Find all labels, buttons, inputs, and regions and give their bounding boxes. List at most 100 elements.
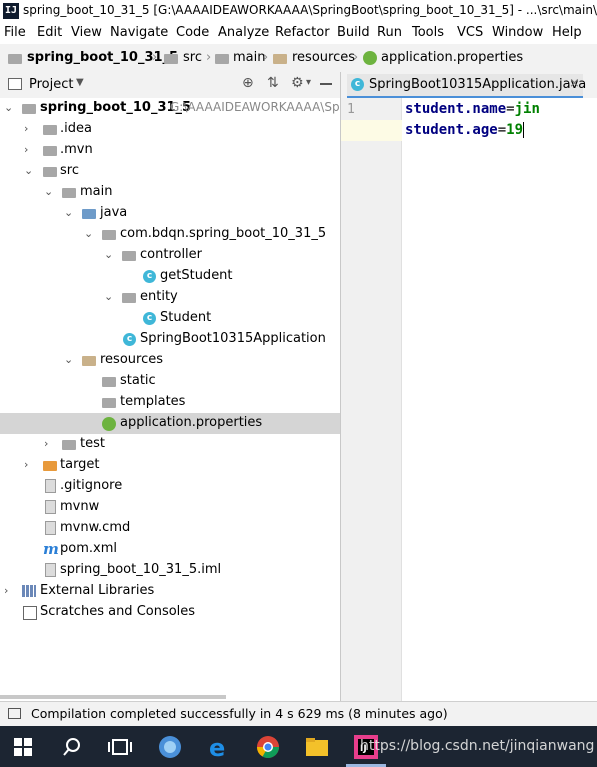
library-icon — [22, 585, 36, 597]
tree-item-controller[interactable]: ⌄ controller — [0, 245, 340, 266]
text-caret — [523, 122, 525, 138]
chevron-down-icon[interactable]: ⌄ — [104, 290, 113, 303]
project-panel-title[interactable]: Project — [29, 77, 73, 92]
resources-folder-icon — [82, 356, 96, 366]
menu-tools[interactable]: Tools — [412, 25, 444, 40]
tree-item-src[interactable]: ⌄ src — [0, 161, 340, 182]
chevron-down-icon[interactable]: ▼ — [76, 77, 84, 88]
tree-item-mvnw-cmd[interactable]: mvnw.cmd — [0, 518, 340, 539]
line-number-gutter: 1 2 — [341, 98, 402, 701]
breadcrumb: spring_boot_10_31_5 › src › main › resou… — [0, 44, 597, 73]
breadcrumb-resources[interactable]: resources — [292, 50, 355, 65]
close-icon[interactable]: × — [569, 76, 580, 91]
tree-item-label: spring_boot_10_31_5.iml — [60, 562, 222, 577]
tree-item-pom[interactable]: m pom.xml — [0, 539, 340, 560]
tree-item-test[interactable]: › test — [0, 434, 340, 455]
tree-item-resources[interactable]: ⌄ resources — [0, 350, 340, 371]
tree-item-static[interactable]: static — [0, 371, 340, 392]
tree-item-java[interactable]: ⌄ java — [0, 203, 340, 224]
chevron-down-icon[interactable]: ⌄ — [44, 185, 53, 198]
menu-view[interactable]: View — [71, 25, 102, 40]
tool-window-icon[interactable] — [8, 708, 21, 719]
chevron-down-icon[interactable]: ▾ — [306, 77, 311, 88]
chrome-browser-icon[interactable] — [255, 734, 281, 760]
tree-item-label: application.properties — [120, 415, 263, 430]
chevron-right-icon[interactable]: › — [44, 437, 48, 450]
excluded-folder-icon — [43, 461, 57, 471]
tree-item-target[interactable]: › target — [0, 455, 340, 476]
menu-window[interactable]: Window — [492, 25, 543, 40]
windows-start-icon[interactable] — [14, 738, 32, 756]
chevron-right-icon[interactable]: › — [4, 584, 8, 597]
menu-navigate[interactable]: Navigate — [110, 25, 168, 40]
chevron-down-icon[interactable]: ⌄ — [4, 101, 13, 114]
tree-item-application-class[interactable]: c SpringBoot10315Application — [0, 329, 340, 350]
tree-item-getstudent[interactable]: c getStudent — [0, 266, 340, 287]
breadcrumb-main[interactable]: main — [233, 50, 265, 65]
hide-panel-icon[interactable] — [320, 83, 332, 85]
chevron-right-icon[interactable]: › — [24, 143, 28, 156]
chevron-down-icon[interactable]: ⌄ — [24, 164, 33, 177]
chevron-right-icon[interactable]: › — [24, 122, 28, 135]
collapse-all-icon[interactable]: ⇅ — [267, 75, 279, 91]
tree-item-main[interactable]: ⌄ main — [0, 182, 340, 203]
scratches-icon — [23, 606, 37, 620]
tree-item-label: target — [60, 457, 100, 472]
tree-item-path: G:\AAAAIDEAWORKAAAA\Spr — [170, 100, 340, 114]
tree-item-label: Scratches and Consoles — [40, 604, 196, 619]
gear-icon[interactable]: ⚙ — [291, 75, 304, 91]
tree-item-gitignore[interactable]: .gitignore — [0, 476, 340, 497]
menu-analyze[interactable]: Analyze — [218, 25, 269, 40]
tree-item-package[interactable]: ⌄ com.bdqn.spring_boot_10_31_5 — [0, 224, 340, 245]
menu-edit[interactable]: Edit — [37, 25, 62, 40]
menu-build[interactable]: Build — [337, 25, 370, 40]
package-icon — [122, 293, 136, 303]
code-editor[interactable]: student.name=jin student.age=19 — [402, 98, 597, 701]
menu-run[interactable]: Run — [377, 25, 402, 40]
tree-item-label: Student — [160, 310, 212, 325]
tree-item-application-properties[interactable]: application.properties — [0, 413, 340, 434]
chevron-down-icon[interactable]: ⌄ — [64, 206, 73, 219]
menu-file[interactable]: File — [4, 25, 26, 40]
tree-item-iml[interactable]: spring_boot_10_31_5.iml — [0, 560, 340, 581]
tree-item-project-root[interactable]: ⌄ spring_boot_10_31_5 G:\AAAAIDEAWORKAAA… — [0, 98, 340, 119]
status-bar: Compilation completed successfully in 4 … — [0, 701, 597, 726]
tree-item-label: main — [80, 184, 113, 199]
menu-vcs[interactable]: VCS — [457, 25, 483, 40]
resources-folder-icon — [273, 54, 287, 64]
file-explorer-icon[interactable] — [304, 734, 330, 760]
tab-springboot-application[interactable]: c SpringBoot10315Application.java × — [347, 74, 586, 98]
breadcrumb-src[interactable]: src — [183, 50, 202, 65]
horizontal-scrollbar[interactable] — [0, 695, 226, 699]
code-line[interactable]: student.age=19 — [405, 122, 525, 138]
search-icon[interactable] — [62, 737, 82, 757]
breadcrumb-file[interactable]: application.properties — [381, 50, 523, 65]
spring-boot-class-icon: c — [351, 78, 364, 91]
menu-refactor[interactable]: Refactor — [275, 25, 330, 40]
chevron-right-icon: › — [353, 50, 359, 65]
tree-item-student[interactable]: c Student — [0, 308, 340, 329]
tree-item-entity[interactable]: ⌄ entity — [0, 287, 340, 308]
tree-item-mvn[interactable]: › .mvn — [0, 140, 340, 161]
edge-browser-icon[interactable]: e — [206, 734, 232, 760]
source-folder-icon — [82, 209, 96, 219]
menu-code[interactable]: Code — [176, 25, 209, 40]
folder-icon — [164, 54, 178, 64]
spring-leaf-icon — [102, 417, 116, 431]
menu-help[interactable]: Help — [552, 25, 582, 40]
intellij-app-icon[interactable]: IJ — [3, 3, 19, 19]
chevron-down-icon[interactable]: ⌄ — [104, 248, 113, 261]
tree-item-templates[interactable]: templates — [0, 392, 340, 413]
tree-item-scratches[interactable]: Scratches and Consoles — [0, 602, 340, 623]
chevron-down-icon[interactable]: ⌄ — [64, 353, 73, 366]
tree-item-mvnw[interactable]: mvnw — [0, 497, 340, 518]
tree-item-label: templates — [120, 394, 186, 409]
chevron-right-icon[interactable]: › — [24, 458, 28, 471]
globe-app-icon[interactable] — [157, 734, 183, 760]
tree-item-idea[interactable]: › .idea — [0, 119, 340, 140]
locate-target-icon[interactable]: ⊕ — [242, 75, 254, 91]
chevron-down-icon[interactable]: ⌄ — [84, 227, 93, 240]
code-line[interactable]: student.name=jin — [405, 101, 540, 117]
task-view-icon[interactable] — [108, 738, 132, 756]
tree-item-external-libraries[interactable]: › External Libraries — [0, 581, 340, 602]
